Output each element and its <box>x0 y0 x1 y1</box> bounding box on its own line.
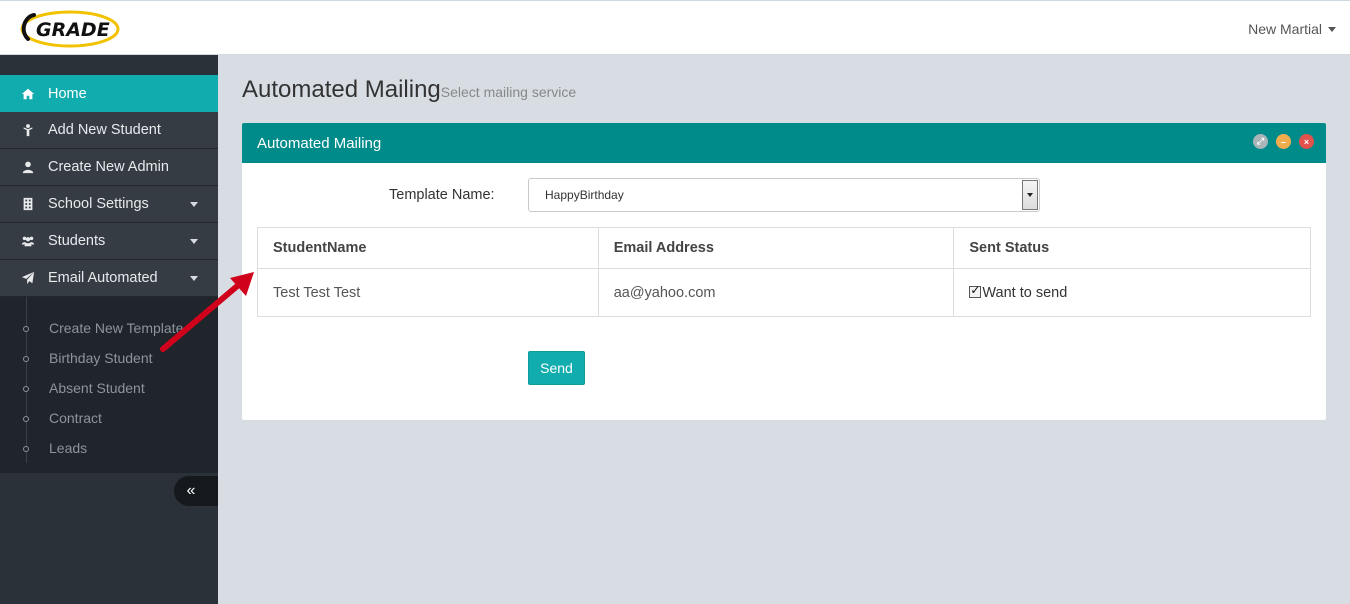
sidebar-item-students[interactable]: Students <box>0 223 218 260</box>
user-icon <box>20 159 36 175</box>
close-icon[interactable]: × <box>1299 134 1314 149</box>
template-name-label: Template Name: <box>389 187 495 203</box>
building-icon <box>20 196 36 212</box>
chevron-down-icon <box>190 202 198 207</box>
sidebar-item-label: Home <box>48 85 87 102</box>
submenu-item-leads[interactable]: Leads <box>0 433 218 463</box>
paper-plane-icon <box>20 270 36 286</box>
template-name-select[interactable]: HappyBirthday <box>528 178 1040 212</box>
page-title-text: Automated Mailing <box>242 76 441 103</box>
panel-header: Automated Mailing ⤢ – × <box>242 123 1326 163</box>
column-header-student-name: StudentName <box>257 227 599 269</box>
column-header-email-address: Email Address <box>597 227 955 269</box>
table-row: Test Test Test aa@yahoo.com Want to send <box>257 268 1311 317</box>
sidebar-item-home[interactable]: Home <box>0 75 218 112</box>
page-subtitle: Select mailing service <box>440 84 577 100</box>
double-chevron-left-icon: « <box>186 482 196 499</box>
cell-sent-status: Want to send <box>953 268 1311 317</box>
sidebar-item-label: Students <box>48 233 106 249</box>
caret-down-icon <box>1328 26 1336 32</box>
send-button[interactable]: Send <box>528 351 585 385</box>
submenu-item-label: Birthday Student <box>49 350 153 366</box>
sidebar-item-create-new-admin[interactable]: Create New Admin <box>0 149 218 186</box>
template-name-value: HappyBirthday <box>545 188 624 202</box>
page-title: Automated MailingSelect mailing service <box>242 76 576 104</box>
sidebar-item-label: School Settings <box>48 196 149 212</box>
logo-text: GRADE <box>36 19 110 41</box>
sidebar-item-label: Create New Admin <box>48 159 169 175</box>
submenu-item-label: Absent Student <box>49 380 145 396</box>
cell-email: aa@yahoo.com <box>597 268 955 317</box>
students-table: StudentName Email Address Sent Status Te… <box>257 227 1311 317</box>
sidebar-item-label: Email Automated <box>48 270 158 286</box>
expand-icon[interactable]: ⤢ <box>1253 134 1268 149</box>
submenu-item-label: Leads <box>49 440 88 456</box>
submenu-item-absent-student[interactable]: Absent Student <box>0 373 218 403</box>
automated-mailing-panel: Automated Mailing ⤢ – × Template Name: H… <box>242 123 1326 420</box>
top-navbar: GRADE New Martial <box>0 0 1350 55</box>
cell-student-name: Test Test Test <box>257 268 599 317</box>
panel-title: Automated Mailing <box>257 134 382 152</box>
bullet-icon <box>23 386 29 392</box>
minimize-icon[interactable]: – <box>1276 134 1291 149</box>
sidebar-collapse-button[interactable]: « <box>174 476 218 506</box>
home-icon <box>20 86 36 102</box>
user-name: New Martial <box>1248 21 1322 37</box>
annotation-arrow <box>160 272 254 352</box>
caret-down-icon <box>1027 193 1033 197</box>
bullet-icon <box>23 356 29 362</box>
table-header-row: StudentName Email Address Sent Status <box>257 227 1311 269</box>
column-header-sent-status: Sent Status <box>953 227 1311 269</box>
panel-tools: ⤢ – × <box>1253 134 1314 149</box>
sidebar-item-add-new-student[interactable]: Add New Student <box>0 112 218 149</box>
bullet-icon <box>23 446 29 452</box>
sidebar-item-school-settings[interactable]: School Settings <box>0 186 218 223</box>
submenu-item-contract[interactable]: Contract <box>0 403 218 433</box>
want-to-send-label: Want to send <box>982 284 1068 301</box>
bullet-icon <box>23 326 29 332</box>
user-menu[interactable]: New Martial <box>1248 21 1336 37</box>
student-icon <box>20 122 36 138</box>
chevron-down-icon <box>190 239 198 244</box>
users-icon <box>20 233 36 249</box>
sidebar-item-label: Add New Student <box>48 122 161 138</box>
select-dropdown-button[interactable] <box>1022 180 1038 210</box>
grade-logo[interactable]: GRADE <box>18 9 120 49</box>
bullet-icon <box>23 416 29 422</box>
submenu-item-label: Contract <box>49 410 102 426</box>
want-to-send-checkbox[interactable] <box>969 283 982 298</box>
